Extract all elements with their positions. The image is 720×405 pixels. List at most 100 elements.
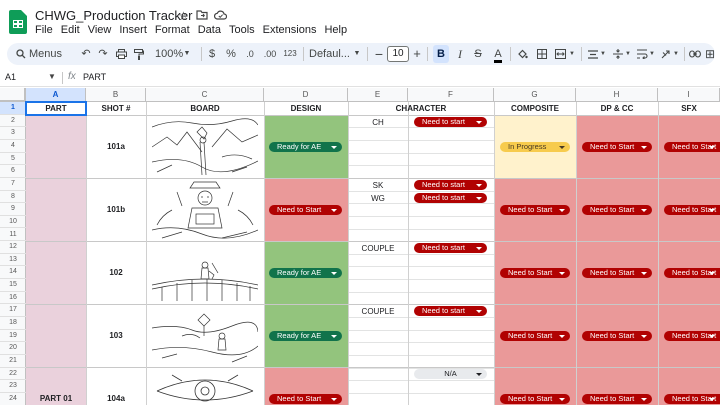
column-header-c[interactable]: C bbox=[146, 88, 264, 102]
name-box-dropdown-icon[interactable]: ▼ bbox=[48, 72, 56, 81]
char-status-chip[interactable]: Need to start bbox=[414, 180, 487, 190]
char-status-chip[interactable]: N/A bbox=[414, 369, 487, 379]
shot-label-103[interactable]: 103 bbox=[86, 331, 146, 340]
design-status-chip[interactable]: Ready for AE bbox=[269, 268, 342, 278]
valign-dropdown-icon[interactable]: ▼ bbox=[624, 43, 632, 65]
vertical-align-icon[interactable] bbox=[611, 43, 625, 65]
decrease-font-size-icon[interactable]: − bbox=[373, 43, 385, 65]
decrease-decimal-button[interactable]: .0 bbox=[243, 43, 257, 65]
header-board[interactable]: BOARD bbox=[146, 102, 264, 115]
row-header[interactable]: 7 bbox=[0, 178, 26, 191]
header-dpcc[interactable]: DP & CC bbox=[576, 102, 658, 115]
row-header[interactable]: 6 bbox=[0, 165, 26, 178]
char-status-chip[interactable]: Need to start bbox=[414, 243, 487, 253]
sfx-status-chip[interactable]: Need to Start bbox=[664, 142, 720, 152]
text-rotation-icon[interactable] bbox=[659, 43, 673, 65]
part-merged-cell[interactable] bbox=[26, 115, 86, 405]
menu-data[interactable]: Data bbox=[198, 24, 221, 36]
dpcc-status-chip[interactable]: Need to Start bbox=[582, 142, 652, 152]
sfx-status-chip[interactable]: Need to Start bbox=[664, 394, 720, 404]
menu-tools[interactable]: Tools bbox=[229, 24, 255, 36]
text-wrap-icon[interactable] bbox=[635, 43, 649, 65]
design-status-chip[interactable]: Need to Start bbox=[269, 394, 342, 404]
increase-decimal-button[interactable]: .00 bbox=[261, 43, 279, 65]
header-character[interactable]: CHARACTER bbox=[348, 102, 494, 115]
insert-comment-icon[interactable]: ⊞ bbox=[705, 43, 715, 65]
char-name-couple-103[interactable]: COUPLE bbox=[348, 307, 408, 316]
row-header[interactable]: 24 bbox=[0, 393, 26, 405]
sfx-status-chip[interactable]: Need to Start bbox=[664, 205, 720, 215]
header-sfx[interactable]: SFX bbox=[658, 102, 720, 115]
cloud-status-icon[interactable] bbox=[213, 9, 228, 23]
row-header[interactable]: 2 bbox=[0, 115, 26, 128]
select-all-corner[interactable] bbox=[0, 88, 26, 102]
merge-dropdown-icon[interactable]: ▼ bbox=[568, 43, 576, 65]
sfx-status-chip[interactable]: Need to Start bbox=[664, 331, 720, 341]
menu-format[interactable]: Format bbox=[155, 24, 190, 36]
column-header-g[interactable]: G bbox=[494, 88, 576, 102]
column-header-i[interactable]: I bbox=[658, 88, 720, 102]
shot-label-104a[interactable]: 104a bbox=[86, 394, 146, 403]
spreadsheet-grid[interactable]: A B C D E F G H I 1 2 3 4 5 6 7 8 9 10 11 12 13 14 15 1… bbox=[0, 88, 720, 405]
row-header[interactable]: 22 bbox=[0, 368, 26, 381]
zoom-dropdown-icon[interactable]: ▼ bbox=[182, 43, 192, 65]
font-family-select[interactable]: Defaul... bbox=[309, 43, 350, 65]
name-box[interactable]: A1 bbox=[5, 72, 16, 82]
paint-format-icon[interactable] bbox=[132, 43, 146, 65]
char-name-couple-102[interactable]: COUPLE bbox=[348, 244, 408, 253]
bold-button[interactable]: B bbox=[433, 45, 449, 63]
row-header[interactable]: 20 bbox=[0, 342, 26, 355]
formula-input[interactable]: PART bbox=[83, 72, 106, 82]
text-color-button[interactable]: A bbox=[491, 43, 505, 65]
increase-font-size-icon[interactable]: + bbox=[411, 43, 423, 65]
composite-status-chip[interactable]: Need to Start bbox=[500, 268, 570, 278]
halign-dropdown-icon[interactable]: ▼ bbox=[599, 43, 607, 65]
row-header[interactable]: 21 bbox=[0, 355, 26, 368]
char-status-chip[interactable]: Need to start bbox=[414, 306, 487, 316]
part-label[interactable]: PART 01 bbox=[26, 394, 86, 403]
horizontal-align-icon[interactable] bbox=[586, 43, 600, 65]
column-header-e[interactable]: E bbox=[348, 88, 408, 102]
row-header[interactable]: 11 bbox=[0, 229, 26, 242]
sfx-status-chip[interactable]: Need to Start bbox=[664, 268, 720, 278]
column-header-d[interactable]: D bbox=[264, 88, 348, 102]
row-header[interactable]: 3 bbox=[0, 127, 26, 140]
font-size-input[interactable]: 10 bbox=[387, 46, 409, 62]
menu-help[interactable]: Help bbox=[324, 24, 347, 36]
column-header-f[interactable]: F bbox=[408, 88, 494, 102]
row-header[interactable]: 5 bbox=[0, 153, 26, 166]
borders-icon[interactable] bbox=[535, 43, 549, 65]
dpcc-status-chip[interactable]: Need to Start bbox=[582, 268, 652, 278]
font-dropdown-icon[interactable]: ▼ bbox=[352, 43, 362, 65]
composite-status-chip[interactable]: Need to Start bbox=[500, 205, 570, 215]
char-name-wg[interactable]: WG bbox=[348, 194, 408, 203]
row-header[interactable]: 15 bbox=[0, 279, 26, 292]
column-header-h[interactable]: H bbox=[576, 88, 658, 102]
number-format-button[interactable]: 123 bbox=[282, 43, 298, 65]
star-icon[interactable]: ☆ bbox=[178, 9, 189, 23]
menu-edit[interactable]: Edit bbox=[61, 24, 80, 36]
search-menus-icon[interactable] bbox=[15, 43, 27, 65]
menu-insert[interactable]: Insert bbox=[119, 24, 147, 36]
dpcc-status-chip[interactable]: Need to Start bbox=[582, 205, 652, 215]
row-header[interactable]: 12 bbox=[0, 241, 26, 254]
dpcc-status-chip[interactable]: Need to Start bbox=[582, 331, 652, 341]
dpcc-status-chip[interactable]: Need to Start bbox=[582, 394, 652, 404]
header-shot[interactable]: SHOT # bbox=[86, 102, 146, 115]
char-status-chip[interactable]: Need to start bbox=[414, 117, 487, 127]
row-header[interactable]: 14 bbox=[0, 266, 26, 280]
row-header[interactable]: 19 bbox=[0, 330, 26, 343]
shot-label-102[interactable]: 102 bbox=[86, 268, 146, 277]
row-header[interactable]: 4 bbox=[0, 140, 26, 153]
design-status-chip[interactable]: Ready for AE bbox=[269, 331, 342, 341]
wrap-dropdown-icon[interactable]: ▼ bbox=[648, 43, 656, 65]
menu-file[interactable]: File bbox=[35, 24, 53, 36]
row-header[interactable]: 13 bbox=[0, 254, 26, 267]
rotation-dropdown-icon[interactable]: ▼ bbox=[672, 43, 680, 65]
percent-format-button[interactable]: % bbox=[225, 43, 237, 65]
print-icon[interactable] bbox=[114, 43, 128, 65]
char-name-ch[interactable]: CH bbox=[348, 118, 408, 127]
zoom-select[interactable]: 100% bbox=[155, 43, 183, 65]
document-title[interactable]: CHWG_Production Tracker bbox=[35, 8, 193, 23]
sheets-logo-icon[interactable] bbox=[9, 10, 27, 34]
